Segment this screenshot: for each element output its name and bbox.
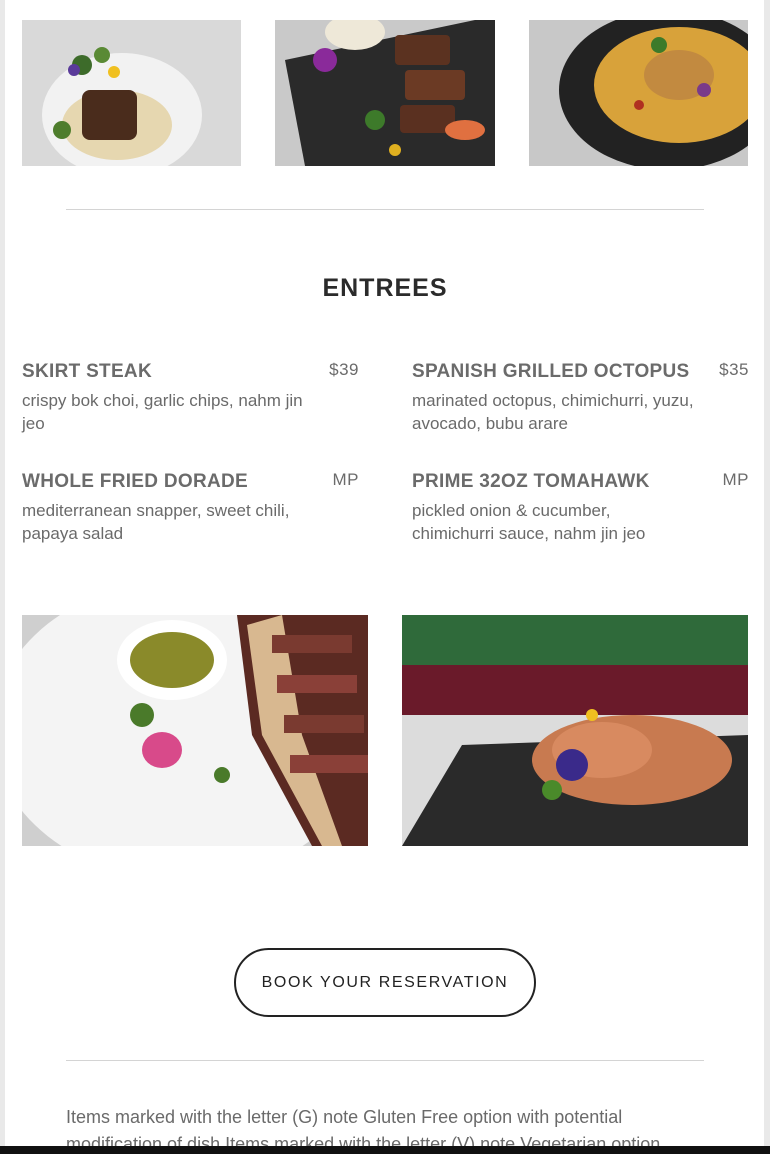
page-scrollbar-track[interactable] <box>764 0 770 1154</box>
food-photo-fried-dorade <box>402 615 748 846</box>
section-divider-top <box>66 209 704 210</box>
menu-item-price: $35 <box>719 360 749 379</box>
menu-item-price: $39 <box>329 360 359 379</box>
section-title-entrees: ENTREES <box>322 274 448 302</box>
menu-item-name: PRIME 32OZ TOMAHAWK <box>412 471 650 492</box>
menu-item-name: SPANISH GRILLED OCTOPUS <box>412 361 690 382</box>
menu-item-description: crispy bok choi, garlic chips, nahm jin … <box>22 391 303 433</box>
menu-item-description: pickled onion & cucumber, chimichurri sa… <box>412 501 646 543</box>
food-photo-sliced-steak <box>275 20 495 166</box>
menu-item-description: mediterranean snapper, sweet chili, papa… <box>22 501 290 543</box>
menu-item-price: MP <box>332 470 359 489</box>
menu-item-price: MP <box>722 470 749 489</box>
book-reservation-button[interactable]: BOOK YOUR RESERVATION <box>234 948 536 1017</box>
section-divider-bottom <box>66 1060 704 1061</box>
food-photo-curry-bowl <box>529 20 748 166</box>
menu-item-name: WHOLE FRIED DORADE <box>22 471 249 492</box>
food-photo-tomahawk-steak <box>22 615 368 846</box>
page-frame-left <box>0 0 5 1154</box>
menu-item-name: SKIRT STEAK <box>22 361 152 382</box>
menu-item-description: marinated octopus, chimichurri, yuzu, av… <box>412 391 694 433</box>
viewport-bottom-edge <box>0 1146 770 1154</box>
food-photo-plated-fish <box>22 20 241 166</box>
